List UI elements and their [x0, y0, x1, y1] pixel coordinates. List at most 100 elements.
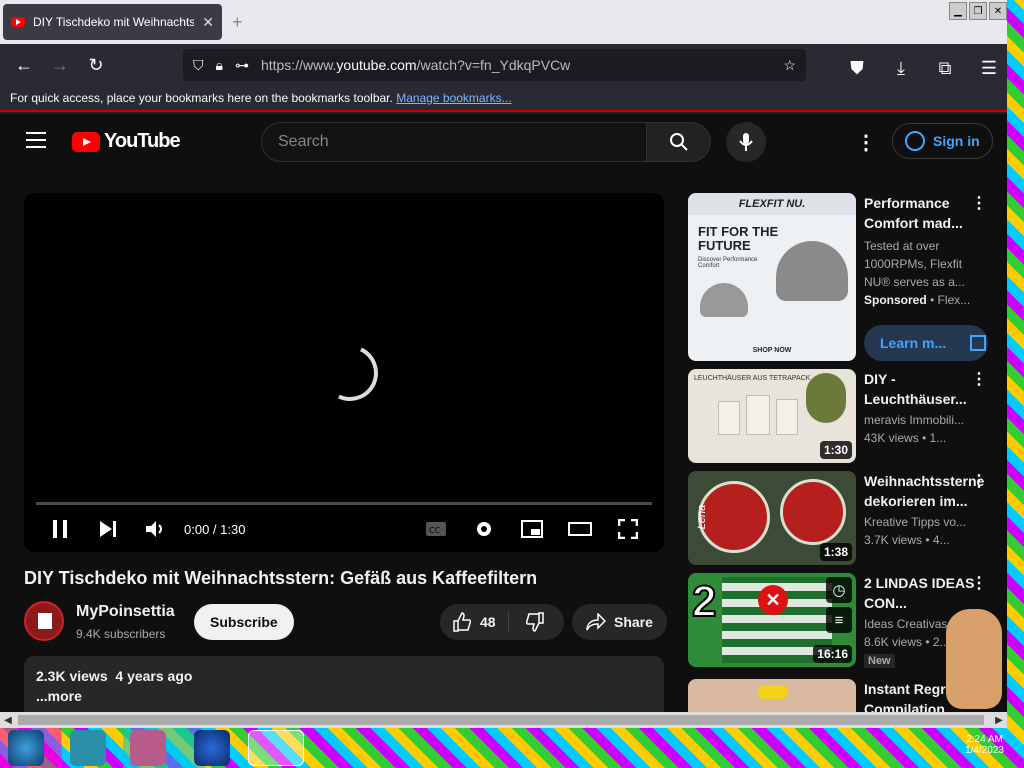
external-link-icon	[970, 335, 987, 351]
cap-image-small	[700, 283, 748, 317]
player-controls: 0:00 / 1:30 CC	[24, 511, 664, 547]
start-button-icon[interactable]	[8, 730, 44, 766]
fullscreen-button[interactable]	[604, 511, 652, 547]
tab-close-icon[interactable]: ✕	[202, 14, 214, 31]
youtube-logo-icon	[72, 131, 100, 152]
video-thumbnail[interactable]	[688, 679, 856, 714]
forward-button[interactable]: →	[42, 47, 78, 83]
video-duration: 1:30	[819, 441, 852, 459]
related-video[interactable]: LEUCHTHÄUSER AUS TETRAPACK 1:30 DIY - Le…	[688, 369, 1000, 463]
progress-bar[interactable]	[36, 502, 652, 505]
sign-in-button[interactable]: Sign in	[892, 123, 993, 159]
house-lantern-image	[776, 399, 798, 435]
bookmark-star-icon[interactable]: ☆	[783, 57, 796, 74]
manage-bookmarks-link[interactable]: Manage bookmarks...	[396, 91, 511, 105]
extensions-icon[interactable]: ⧉	[927, 50, 963, 86]
video-menu-icon[interactable]: ⋮	[971, 369, 987, 389]
ad-title[interactable]: Performance Comfort mad...	[864, 193, 984, 233]
pocket-icon[interactable]: ⛊	[839, 50, 875, 86]
tab-youtube[interactable]: DIY Tischdeko mit Weihnachtsstern ✕	[3, 4, 222, 40]
video-title[interactable]: DIY - Leuchthäuser...	[864, 369, 984, 409]
channel-avatar[interactable]	[24, 601, 64, 641]
menu-icon[interactable]: ☰	[971, 50, 1007, 86]
red-x-icon: ✕	[758, 585, 788, 615]
scrollbar-thumb[interactable]	[18, 715, 984, 725]
youtube-page: YouTube ⋮ Sign in	[0, 114, 1007, 714]
lock-icon[interactable]: 🔒︎	[216, 57, 223, 74]
video-title: DIY Tischdeko mit Weihnachtsstern: Gefäß…	[24, 568, 538, 588]
gear-icon	[477, 522, 491, 536]
reload-button[interactable]: ↻	[78, 47, 114, 83]
volume-icon	[146, 521, 162, 537]
like-button[interactable]: 48	[440, 612, 509, 632]
related-video[interactable]: Lena 1:38 Weihnachtssterne dekorieren im…	[688, 471, 1000, 565]
dislike-button[interactable]	[509, 612, 561, 632]
shield-icon[interactable]: ⛉	[193, 57, 204, 74]
search-button[interactable]	[647, 122, 711, 162]
video-duration: 16:16	[813, 645, 852, 663]
close-window-button[interactable]: ✕	[989, 2, 1007, 20]
scroll-right-icon[interactable]: ▶	[991, 712, 1007, 728]
scroll-left-icon[interactable]: ◀	[0, 712, 16, 728]
taskbar-app-icon[interactable]	[194, 730, 230, 766]
taskbar-firefox-icon[interactable]	[248, 730, 304, 766]
permissions-icon[interactable]: ⊶	[235, 57, 249, 74]
watch-later-icon[interactable]: ◷	[826, 577, 852, 603]
new-tab-button[interactable]: +	[232, 12, 243, 33]
poinsettia-image	[698, 481, 770, 553]
miniplayer-icon	[521, 520, 543, 538]
pause-button[interactable]	[36, 511, 84, 547]
taskbar: 2:24 AM 1/4/2023	[0, 728, 1024, 768]
maximize-button[interactable]: ❐	[969, 2, 987, 20]
video-thumbnail[interactable]: Lena 1:38	[688, 471, 856, 565]
back-button[interactable]: ←	[6, 47, 42, 83]
bookmarks-hint: For quick access, place your bookmarks h…	[10, 91, 393, 105]
channel-name[interactable]: meravis Immobili...	[864, 411, 984, 429]
volume-button[interactable]	[132, 511, 180, 547]
downloads-icon[interactable]: ⤓	[883, 50, 919, 86]
video-title[interactable]: Weihnachtssterne dekorieren im...	[864, 471, 984, 511]
settings-button[interactable]	[460, 511, 508, 547]
video-title[interactable]: 2 LINDAS IDEAS CON...	[864, 573, 984, 613]
svg-text:CC: CC	[429, 526, 441, 535]
next-button[interactable]	[84, 511, 132, 547]
settings-kebab-icon[interactable]: ⋮	[856, 130, 876, 155]
theater-mode-button[interactable]	[556, 511, 604, 547]
video-player[interactable]: 0:00 / 1:30 CC	[24, 193, 664, 552]
subscriber-count: 9.4K subscribers	[76, 627, 166, 641]
minimize-button[interactable]: ▁	[949, 2, 967, 20]
video-menu-icon[interactable]: ⋮	[971, 471, 987, 491]
taskbar-app-icon[interactable]	[130, 730, 166, 766]
miniplayer-button[interactable]	[508, 511, 556, 547]
loading-spinner-icon	[314, 337, 386, 409]
ad-menu-icon[interactable]: ⋮	[971, 193, 987, 213]
captions-icon: CC	[426, 522, 446, 536]
view-stats: 2.3K views 4 years ago	[36, 668, 193, 684]
thumbs-down-icon	[525, 612, 544, 632]
taskbar-clock[interactable]: 2:24 AM 1/4/2023	[965, 734, 1004, 756]
voice-search-button[interactable]	[726, 122, 766, 162]
like-count: 48	[480, 614, 496, 630]
description-box[interactable]: 2.3K views 4 years ago ...more	[24, 656, 664, 714]
channel-name[interactable]: MyPoinsettia	[76, 603, 175, 621]
video-menu-icon[interactable]: ⋮	[971, 573, 987, 593]
url-text[interactable]: https://www.youtube.com/watch?v=fn_YdkqP…	[261, 57, 771, 73]
horizontal-scrollbar[interactable]: ◀ ▶	[0, 712, 1007, 728]
url-bar[interactable]: ⛉ 🔒︎ ⊶ https://www.youtube.com/watch?v=f…	[183, 49, 806, 81]
guide-menu-icon[interactable]	[26, 132, 46, 148]
ad-thumbnail[interactable]: FLEXFIT NU. FIT FOR THE FUTURE Discover …	[688, 193, 856, 361]
share-button[interactable]: Share	[572, 604, 667, 640]
subscribe-button[interactable]: Subscribe	[194, 604, 294, 640]
microphone-icon	[739, 133, 753, 151]
taskbar-app-icon[interactable]	[70, 730, 106, 766]
add-to-queue-icon[interactable]: ≡	[826, 607, 852, 633]
subtitles-button[interactable]: CC	[412, 511, 460, 547]
video-thumbnail[interactable]: 2 ✕ ◷ ≡ 16:16	[688, 573, 856, 667]
search-input[interactable]	[261, 122, 647, 162]
channel-name[interactable]: Kreative Tipps vo...	[864, 513, 984, 531]
more-link[interactable]: ...more	[36, 688, 652, 704]
youtube-logo[interactable]: YouTube	[72, 130, 181, 153]
learn-more-button[interactable]: Learn m...	[864, 325, 988, 361]
video-thumbnail[interactable]: LEUCHTHÄUSER AUS TETRAPACK 1:30	[688, 369, 856, 463]
ad-card[interactable]: FLEXFIT NU. FIT FOR THE FUTURE Discover …	[688, 193, 1000, 361]
